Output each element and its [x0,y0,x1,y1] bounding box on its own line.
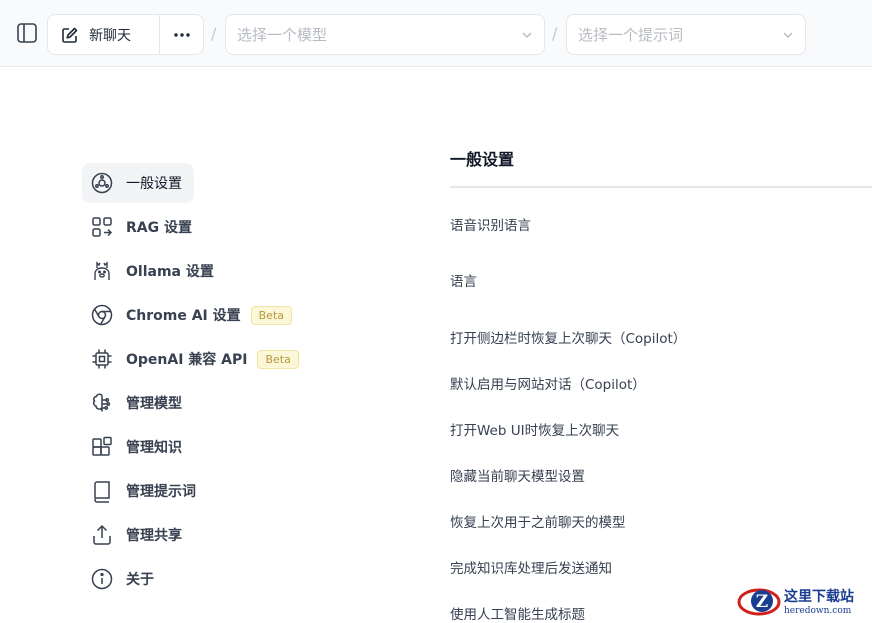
nav-item-label: Chrome AI 设置 [126,308,241,324]
chrome-icon [90,303,114,327]
settings-panel: 一般设置 [450,146,872,188]
new-chat-group: 新聊天 [47,14,204,55]
divider [450,186,872,188]
beta-badge: Beta [257,349,299,369]
nav-item-chrome-ai[interactable]: Chrome AI 设置 Beta [82,295,312,335]
more-options-button[interactable] [160,15,203,54]
setting-label: 完成知识库处理后发送通知 [450,561,612,577]
nav-item-rag[interactable]: RAG 设置 [82,207,312,247]
nav-item-ollama[interactable]: Ollama 设置 [82,251,312,291]
settings-icon [90,171,114,195]
llama-icon [90,259,114,283]
setting-label: 默认启用与网站对话（Copilot） [450,377,646,393]
setting-label: 语言 [450,274,477,290]
nav-item-label: 管理知识 [126,440,182,456]
watermark-url: heredown.com [784,606,852,616]
watermark-logo: Z [737,588,781,616]
nav-item-about[interactable]: 关于 [82,559,312,599]
breadcrumb-separator: / [552,24,558,43]
nav-item-label: 关于 [126,572,154,588]
setting-label: 打开Web UI时恢复上次聊天 [450,423,620,439]
blocks-icon [90,435,114,459]
nav-item-manage-knowledge[interactable]: 管理知识 [82,427,312,467]
chip-icon [90,347,114,371]
setting-label: 使用人工智能生成标题 [450,607,585,623]
nav-item-manage-models[interactable]: 管理模型 [82,383,312,423]
info-icon [90,567,114,591]
watermark: Z 这里下载站 heredown.com [736,581,870,621]
nav-item-label: 管理提示词 [126,484,196,500]
nav-item-label: 管理模型 [126,396,182,412]
breadcrumb-separator: / [211,24,217,43]
setting-label: 语音识别语言 [450,218,531,234]
svg-text:Z: Z [756,592,768,612]
setting-label: 隐藏当前聊天模型设置 [450,469,585,485]
beta-badge: Beta [250,305,293,325]
sidebar-panel-icon [17,23,37,43]
model-select[interactable]: 选择一个模型 [225,14,545,55]
nav-item-label: 管理共享 [126,528,182,544]
chevron-down-icon [522,32,532,39]
model-select-placeholder: 选择一个模型 [237,26,328,44]
chevron-down-icon [783,32,793,39]
nav-item-manage-share[interactable]: 管理共享 [82,515,312,555]
book-icon [90,479,114,503]
nav-item-label: 一般设置 [126,176,182,192]
sidebar-toggle-button[interactable] [14,20,40,46]
nav-item-label: RAG 设置 [126,220,192,236]
share-icon [90,523,114,547]
nav-item-general[interactable]: 一般设置 [82,163,194,203]
settings-nav: 一般设置 RAG 设置 Ollama 设置 Chrome AI 设置 Beta … [82,163,312,603]
watermark-text: 这里下载站 [784,589,854,605]
new-chat-label: 新聊天 [89,27,131,44]
nav-item-manage-prompts[interactable]: 管理提示词 [82,471,312,511]
rag-icon [90,215,114,239]
prompt-select[interactable]: 选择一个提示词 [566,14,806,55]
nav-item-label: OpenAI 兼容 API [126,352,248,368]
edit-icon [62,27,78,43]
more-horizontal-icon [173,32,190,37]
top-bar: 新聊天 / 选择一个模型 / 选择一个提示词 [0,0,872,67]
prompt-select-placeholder: 选择一个提示词 [578,26,684,44]
nav-item-label: Ollama 设置 [126,264,214,280]
setting-label: 恢复上次用于之前聊天的模型 [450,515,626,531]
panel-title: 一般设置 [450,150,515,169]
new-chat-button[interactable]: 新聊天 [48,15,160,54]
brain-icon [90,391,114,415]
nav-item-openai-api[interactable]: OpenAI 兼容 API Beta [82,339,312,379]
setting-label: 打开侧边栏时恢复上次聊天（Copilot） [450,331,687,347]
